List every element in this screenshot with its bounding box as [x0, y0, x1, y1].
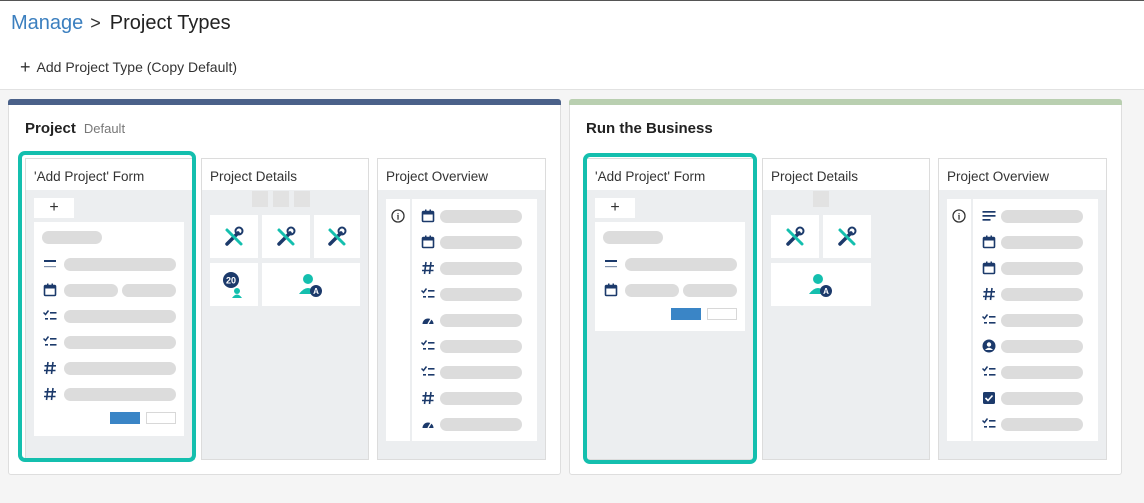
placeholder-bar: [1001, 236, 1083, 249]
overview-fields: [973, 199, 1098, 441]
placeholder-bar: [1001, 314, 1083, 327]
card-title-text: Project: [25, 120, 76, 137]
description-icon: [982, 209, 996, 223]
placeholder-bar: [1001, 340, 1083, 353]
assignee-icon: A: [262, 263, 360, 306]
number-icon: [421, 261, 435, 275]
calendar-icon: [982, 261, 996, 275]
tools-icon: [314, 215, 360, 258]
project-overview-panel[interactable]: Project Overview i: [377, 158, 546, 460]
placeholder-tab: [294, 191, 310, 207]
active-form-highlight: [18, 151, 196, 462]
placeholder-tab: [252, 191, 268, 207]
checklist-icon: [982, 365, 996, 379]
breadcrumb-manage-link[interactable]: Manage: [11, 12, 83, 35]
number-person-icon: 20: [210, 263, 258, 306]
card-color-bar: [569, 99, 1122, 105]
placeholder-bar: [440, 262, 522, 275]
card-color-bar: [8, 99, 561, 105]
plus-icon: +: [20, 57, 31, 77]
page-title: Project Types: [109, 12, 231, 34]
card-title-text: Run the Business: [586, 120, 713, 137]
placeholder-bar: [1001, 288, 1083, 301]
project-type-card-run-the-business[interactable]: Run the Business 'Add Project' Form + Pr…: [569, 99, 1122, 475]
calendar-icon: [982, 235, 996, 249]
default-badge: Default: [83, 121, 126, 136]
add-project-type-label: Add Project Type (Copy Default): [36, 59, 238, 75]
placeholder-bar: [1001, 262, 1083, 275]
panel-title: Project Details: [202, 159, 368, 190]
project-details-panel[interactable]: Project Details 20 A: [201, 158, 369, 460]
placeholder-bar: [1001, 392, 1083, 405]
calendar-icon: [421, 235, 435, 249]
svg-text:i: i: [958, 212, 961, 222]
project-type-card-project[interactable]: Project Default 'Add Project' Form + Pro…: [8, 99, 561, 475]
project-details-panel[interactable]: Project Details A: [762, 158, 930, 460]
overview-sidebar: i: [386, 199, 410, 441]
active-form-highlight: [583, 153, 757, 464]
card-title: Project Default: [25, 120, 125, 137]
svg-text:A: A: [823, 287, 829, 296]
overview-fields: [412, 199, 537, 441]
panel-title: Project Overview: [939, 159, 1106, 190]
placeholder-tab: [813, 191, 829, 207]
placeholder-bar: [1001, 366, 1083, 379]
placeholder-bar: [440, 340, 522, 353]
placeholder-bar: [1001, 418, 1083, 431]
placeholder-bar: [440, 366, 522, 379]
checklist-icon: [421, 287, 435, 301]
checkbox-icon: [982, 391, 996, 405]
person-icon: [982, 339, 996, 353]
assignee-icon: A: [771, 263, 871, 306]
tools-icon: [262, 215, 310, 258]
gauge-icon: [421, 417, 435, 431]
overview-sidebar: i: [947, 199, 971, 441]
checklist-icon: [982, 313, 996, 327]
placeholder-bar: [1001, 210, 1083, 223]
project-overview-panel[interactable]: Project Overview i: [938, 158, 1107, 460]
number-icon: [421, 391, 435, 405]
placeholder-bar: [440, 418, 522, 431]
placeholder-bar: [440, 288, 522, 301]
placeholder-bar: [440, 392, 522, 405]
breadcrumb-separator: >: [90, 13, 101, 33]
svg-text:i: i: [397, 212, 400, 222]
placeholder-tab: [273, 191, 289, 207]
checklist-icon: [982, 417, 996, 431]
panel-title: Project Details: [763, 159, 929, 190]
info-icon: i: [952, 209, 966, 223]
card-title: Run the Business: [586, 120, 713, 137]
checklist-icon: [421, 339, 435, 353]
number-badge-text: 20: [226, 275, 236, 285]
tools-icon: [210, 215, 258, 258]
placeholder-bar: [440, 210, 522, 223]
page-header: Manage > Project Types + Add Project Typ…: [0, 1, 1144, 90]
info-icon: i: [391, 209, 405, 223]
gauge-icon: [421, 313, 435, 327]
placeholder-bar: [440, 314, 522, 327]
panel-title: Project Overview: [378, 159, 545, 190]
add-project-type-button[interactable]: + Add Project Type (Copy Default): [20, 57, 238, 77]
tools-icon: [771, 215, 819, 258]
breadcrumb: Manage > Project Types: [11, 12, 231, 35]
svg-text:A: A: [313, 287, 319, 296]
placeholder-bar: [440, 236, 522, 249]
checklist-icon: [421, 365, 435, 379]
tools-icon: [823, 215, 871, 258]
number-icon: [982, 287, 996, 301]
calendar-icon: [421, 209, 435, 223]
